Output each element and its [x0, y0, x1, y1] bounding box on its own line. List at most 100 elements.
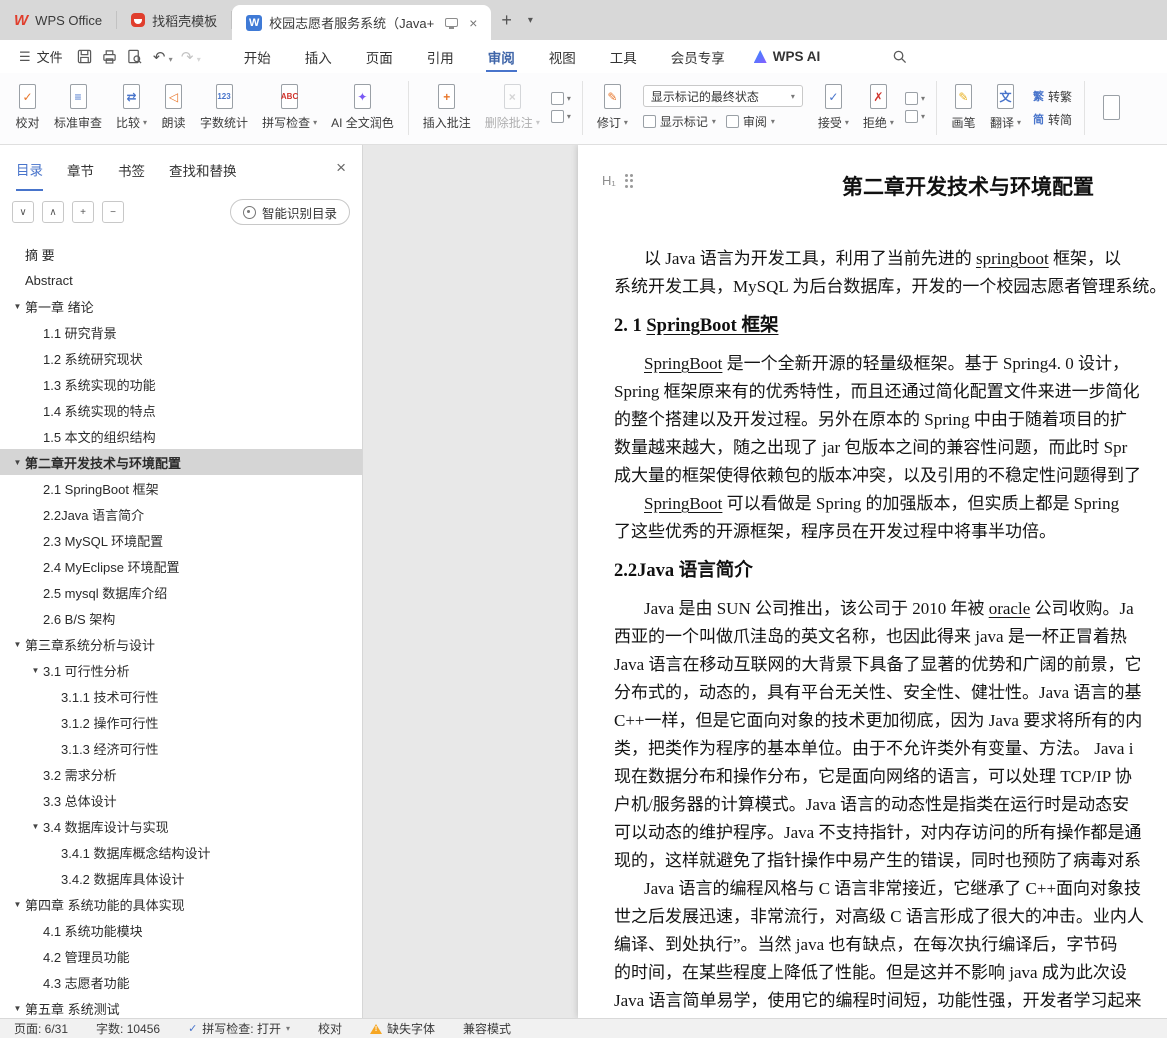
toc-item[interactable]: 1.4 系统实现的特点 — [0, 397, 362, 423]
ribbon-tab-会员专享[interactable]: 会员专享 — [654, 40, 742, 73]
toc-item[interactable]: 3.1.1 技术可行性 — [0, 683, 362, 709]
ribbon-to-simplified-button[interactable]: 简转简 — [1033, 111, 1072, 128]
new-tab-button[interactable]: + — [491, 0, 522, 40]
toc-expand-arrow-icon[interactable]: ▼ — [10, 302, 25, 311]
ribbon-spell-check-button[interactable]: ABC 拼写检查 ▾ — [255, 80, 324, 135]
ribbon-tab-审阅[interactable]: 审阅 — [471, 40, 532, 73]
ribbon-tab-视图[interactable]: 视图 — [532, 40, 593, 73]
toc-zoom-out-button[interactable]: − — [102, 201, 124, 223]
toc-item[interactable]: 1.2 系统研究现状 — [0, 345, 362, 371]
toc-item[interactable]: 3.1.2 操作可行性 — [0, 709, 362, 735]
toc-item[interactable]: 摘 要 — [0, 241, 362, 267]
ribbon-translate-button[interactable]: 文翻译 ▾ — [983, 80, 1028, 135]
toc-zoom-in-button[interactable]: + — [72, 201, 94, 223]
ribbon-tab-工具[interactable]: 工具 — [593, 40, 654, 73]
ribbon-tab-页面[interactable]: 页面 — [349, 40, 410, 73]
file-menu-button[interactable]: ☰ 文件 — [10, 47, 72, 66]
ribbon-word-count-button[interactable]: 123 字数统计 — [193, 80, 255, 135]
missing-font-warning[interactable]: ! 缺失字体 — [370, 1020, 435, 1037]
ribbon-ink-pen-button[interactable]: ✎ 画笔 — [944, 80, 983, 135]
undo-dropdown-chevron-icon[interactable]: ▾ — [169, 55, 173, 64]
toc-expand-all-button[interactable]: ∨ — [12, 201, 34, 223]
ribbon-clipped-button[interactable] — [1092, 91, 1131, 124]
toc-expand-arrow-icon[interactable]: ▼ — [10, 458, 25, 467]
toc-item[interactable]: ▼ 第五章 系统测试 — [0, 995, 362, 1018]
toc-item[interactable]: 3.3 总体设计 — [0, 787, 362, 813]
toc-expand-arrow-icon[interactable]: ▼ — [10, 640, 25, 649]
tab-close-icon[interactable]: × — [469, 15, 477, 31]
toc-item[interactable]: ▼ 第四章 系统功能的具体实现 — [0, 891, 362, 917]
sidebar-close-icon[interactable]: × — [336, 158, 346, 178]
proofread-status[interactable]: 校对 — [318, 1020, 342, 1037]
ribbon-reviewing-pane-button[interactable]: 审阅 ▾ — [725, 113, 775, 130]
tab-docer-templates[interactable]: 找稻壳模板 — [117, 0, 231, 40]
paragraph-handle[interactable]: H₁ — [602, 173, 634, 188]
toc-item[interactable]: ▼ 第三章系统分析与设计 — [0, 631, 362, 657]
smart-toc-button[interactable]: 智能识别目录 — [229, 199, 350, 225]
ribbon-insert-comment-button[interactable]: + 插入批注 — [416, 80, 478, 135]
markup-state-dropdown[interactable]: 显示标记的最终状态 ▾ — [642, 85, 803, 107]
toc-item[interactable]: 1.5 本文的组织结构 — [0, 423, 362, 449]
ribbon-standard-review-button[interactable]: ≡ 标准审查 — [47, 80, 109, 135]
print-button[interactable] — [97, 45, 122, 69]
tab-document-active[interactable]: W 校园志愿者服务系统（Java+ × — [232, 5, 492, 40]
save-button[interactable] — [72, 45, 97, 69]
ribbon-tab-开始[interactable]: 开始 — [227, 40, 288, 73]
toc-item[interactable]: 2.5 mysql 数据库介绍 — [0, 579, 362, 605]
sidebar-tab-chapters[interactable]: 章节 — [67, 146, 94, 190]
toc-item[interactable]: 3.4.2 数据库具体设计 — [0, 865, 362, 891]
sidebar-tab-find-replace[interactable]: 查找和替换 — [169, 146, 237, 190]
document-page[interactable]: H₁ 第二章开发技术与环境配置以 Java 语言为开发工具，利用了当前先进的 s… — [578, 145, 1167, 1018]
tab-wps-office[interactable]: W WPS Office — [0, 0, 116, 40]
tab-list-chevron-icon[interactable]: ▾ — [522, 0, 539, 40]
wps-ai-button[interactable]: WPS AI — [753, 49, 820, 64]
spell-check-status[interactable]: ✓ 拼写检查: 打开 ▾ — [188, 1020, 290, 1037]
comment-nav-prev-button[interactable]: ▾ — [550, 92, 571, 105]
page-indicator[interactable]: 页面: 6/31 — [14, 1020, 68, 1037]
toc-item[interactable]: 3.2 需求分析 — [0, 761, 362, 787]
ribbon-show-markup-button[interactable]: 显示标记 ▾ — [642, 113, 716, 130]
share-screen-icon[interactable] — [445, 18, 459, 29]
toc-collapse-all-button[interactable]: ∧ — [42, 201, 64, 223]
toc-item[interactable]: 4.3 志愿者功能 — [0, 969, 362, 995]
toc-item[interactable]: 2.1 SpringBoot 框架 — [0, 475, 362, 501]
toc-item[interactable]: 1.3 系统实现的功能 — [0, 371, 362, 397]
drag-handle-icon[interactable] — [624, 173, 634, 188]
toc-expand-arrow-icon[interactable]: ▼ — [10, 900, 25, 909]
revision-nav-prev-button[interactable]: ▾ — [904, 92, 925, 105]
toc-item[interactable]: Abstract — [0, 267, 362, 293]
revision-nav-next-button[interactable]: ▾ — [904, 110, 925, 123]
toc-item[interactable]: ▼ 3.1 可行性分析 — [0, 657, 362, 683]
ribbon-accept-revision-button[interactable]: ✓ 接受 ▾ — [811, 80, 856, 135]
toc-expand-arrow-icon[interactable]: ▼ — [10, 1004, 25, 1013]
toc-item[interactable]: 2.4 MyEclipse 环境配置 — [0, 553, 362, 579]
toc-expand-arrow-icon[interactable]: ▼ — [28, 666, 43, 675]
search-button[interactable] — [892, 49, 907, 64]
sidebar-tab-contents[interactable]: 目录 — [16, 145, 43, 191]
toc-item[interactable]: 1.1 研究背景 — [0, 319, 362, 345]
toc-item[interactable]: ▼ 第二章开发技术与环境配置 — [0, 449, 362, 475]
toc-item[interactable]: 2.3 MySQL 环境配置 — [0, 527, 362, 553]
sidebar-tab-bookmarks[interactable]: 书签 — [118, 146, 145, 190]
ribbon-ai-polish-button[interactable]: ✦ AI 全文润色 — [324, 80, 401, 135]
ribbon-track-changes-button[interactable]: ✎ 修订 ▾ — [590, 80, 635, 135]
ribbon-reject-revision-button[interactable]: ✗ 拒绝 ▾ — [856, 80, 901, 135]
ribbon-tab-插入[interactable]: 插入 — [288, 40, 349, 73]
toc-item[interactable]: ▼ 第一章 绪论 — [0, 293, 362, 319]
toc-item[interactable]: 4.1 系统功能模块 — [0, 917, 362, 943]
ribbon-compare-button[interactable]: ⇄ 比较 ▾ — [109, 80, 154, 135]
toc-item[interactable]: 3.1.3 经济可行性 — [0, 735, 362, 761]
ribbon-proofread-button[interactable]: ✓ 校对 — [8, 80, 47, 135]
word-count-indicator[interactable]: 字数: 10456 — [96, 1020, 160, 1037]
print-preview-button[interactable] — [122, 45, 147, 69]
toc-item[interactable]: 3.4.1 数据库概念结构设计 — [0, 839, 362, 865]
ribbon-read-aloud-button[interactable]: ◁ 朗读 — [154, 80, 193, 135]
ribbon-to-traditional-button[interactable]: 繁转繁 — [1033, 88, 1072, 105]
ribbon-tab-引用[interactable]: 引用 — [410, 40, 471, 73]
toc-item[interactable]: 2.2Java 语言简介 — [0, 501, 362, 527]
comment-nav-next-button[interactable]: ▾ — [550, 110, 571, 123]
toc-item[interactable]: 4.2 管理员功能 — [0, 943, 362, 969]
toc-item[interactable]: 2.6 B/S 架构 — [0, 605, 362, 631]
toc-expand-arrow-icon[interactable]: ▼ — [28, 822, 43, 831]
document-canvas[interactable]: H₁ 第二章开发技术与环境配置以 Java 语言为开发工具，利用了当前先进的 s… — [363, 145, 1167, 1018]
